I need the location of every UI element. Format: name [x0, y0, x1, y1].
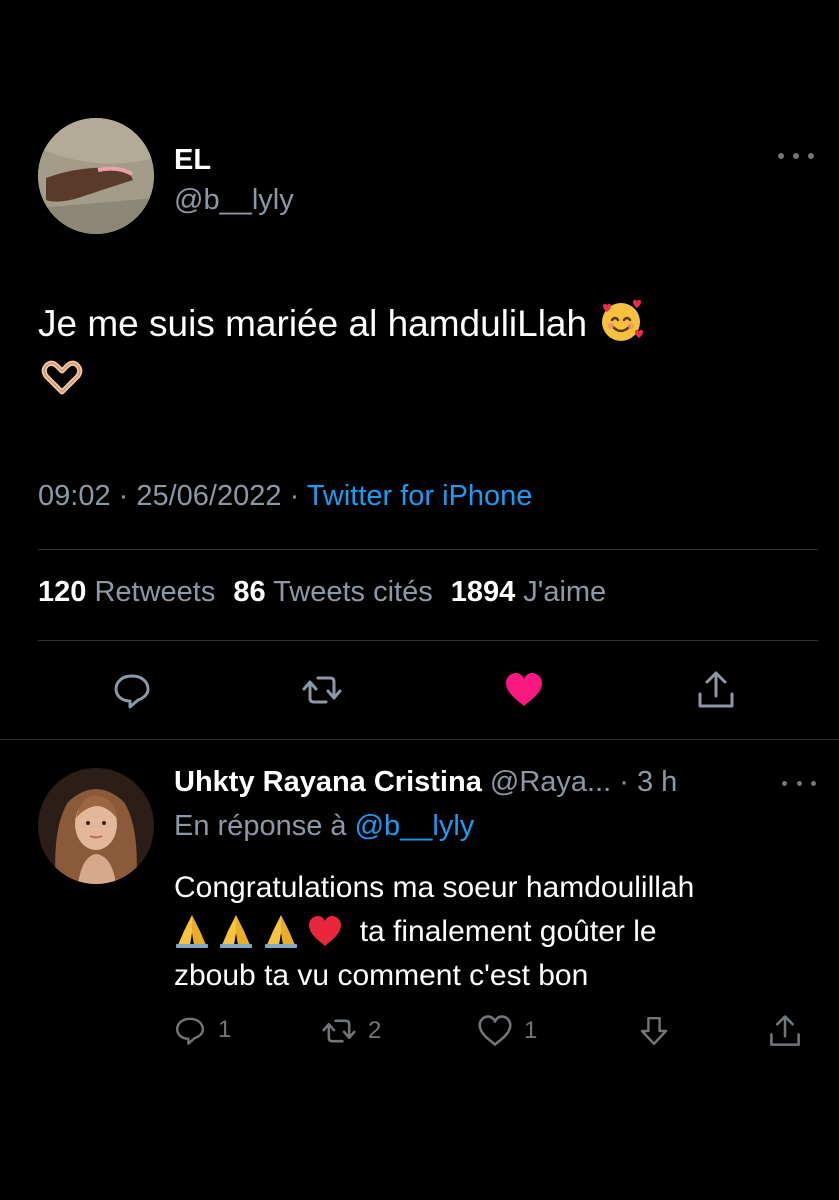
heart-filled-icon	[506, 673, 542, 706]
tweet-body: Je me suis mariée al hamduliLlah	[38, 303, 588, 344]
reply-line-1: Congratulations ma soeur hamdoulillah	[174, 871, 695, 904]
author-display-name[interactable]: EL	[174, 144, 211, 177]
retweet-icon	[322, 1019, 356, 1043]
avatar-image	[38, 118, 154, 234]
tweet-meta: 09:02 · 25/06/2022 · Twitter for iPhone	[38, 480, 532, 513]
folded-hands-icon	[176, 915, 208, 948]
reply-author-avatar[interactable]	[38, 768, 154, 884]
more-options-icon[interactable]	[778, 146, 814, 166]
reply-icon	[176, 1017, 204, 1045]
reply-time[interactable]: 3 h	[637, 766, 677, 798]
reply-retweet-button[interactable]: 2	[322, 1014, 381, 1048]
reply-icon	[114, 674, 150, 709]
reply-reply-button[interactable]: 1	[174, 1014, 231, 1046]
retweet-count: 2	[368, 1017, 382, 1044]
reply-header: Uhkty Rayana Cristina @Raya... · 3 h	[174, 766, 677, 799]
meta-separator: ·	[281, 480, 307, 512]
tweet-time: 09:02	[38, 480, 111, 512]
reply-prefix: En réponse à	[174, 810, 355, 842]
reply-count: 1	[218, 1016, 232, 1043]
reply-author-name[interactable]: Uhkty Rayana Cristina	[174, 766, 482, 798]
retweet-icon	[302, 676, 342, 704]
reply-text: Congratulations ma soeur hamdoulillah ta…	[174, 866, 814, 998]
reply-context: En réponse à @b__lyly	[174, 810, 474, 843]
down-arrow-icon	[640, 1017, 668, 1045]
divider	[38, 549, 818, 550]
red-heart-icon	[309, 916, 342, 946]
quotes-stat[interactable]: 86 Tweets cités	[233, 576, 432, 608]
tweet-date: 25/06/2022	[136, 480, 282, 512]
reply-more-options-icon[interactable]	[782, 776, 816, 790]
reply-downvote-button[interactable]	[638, 1014, 670, 1048]
divider	[0, 739, 839, 740]
reply-author-handle[interactable]: @Raya...	[490, 766, 611, 798]
folded-hands-icon	[220, 915, 253, 948]
reply-share-button[interactable]	[768, 1014, 802, 1048]
reply-to-link[interactable]: @b__lyly	[355, 810, 475, 842]
tweet-stats: 120 Retweets 86 Tweets cités 1894 J'aime	[38, 576, 606, 609]
reply-separator: ·	[611, 766, 637, 798]
divider	[38, 640, 818, 641]
author-avatar[interactable]	[38, 118, 154, 234]
tweet-source-link[interactable]: Twitter for iPhone	[307, 480, 533, 512]
like-button[interactable]	[504, 670, 544, 715]
reply-like-button[interactable]: 1	[478, 1014, 537, 1048]
retweets-stat[interactable]: 120 Retweets	[38, 576, 215, 608]
tweet-text: Je me suis mariée al hamduliLlah	[38, 296, 818, 405]
folded-hands-icon	[264, 915, 297, 948]
meta-separator: ·	[110, 480, 137, 512]
share-button[interactable]	[696, 670, 736, 715]
smiling-face-with-hearts-icon	[602, 299, 644, 341]
likes-stat[interactable]: 1894 J'aime	[451, 576, 606, 608]
heart-outline-icon	[478, 1015, 512, 1046]
share-icon	[770, 1015, 800, 1046]
like-count: 1	[524, 1017, 538, 1044]
retweet-button[interactable]	[302, 670, 342, 715]
share-icon	[698, 671, 734, 708]
reply-button[interactable]	[112, 670, 152, 715]
reply-line-2: ta finalement goûter le	[359, 915, 657, 948]
reply-line-3: zboub ta vu comment c'est bon	[174, 959, 589, 992]
heart-hands-icon	[41, 360, 83, 395]
author-handle[interactable]: @b__lyly	[174, 184, 294, 217]
avatar-image	[38, 768, 154, 884]
